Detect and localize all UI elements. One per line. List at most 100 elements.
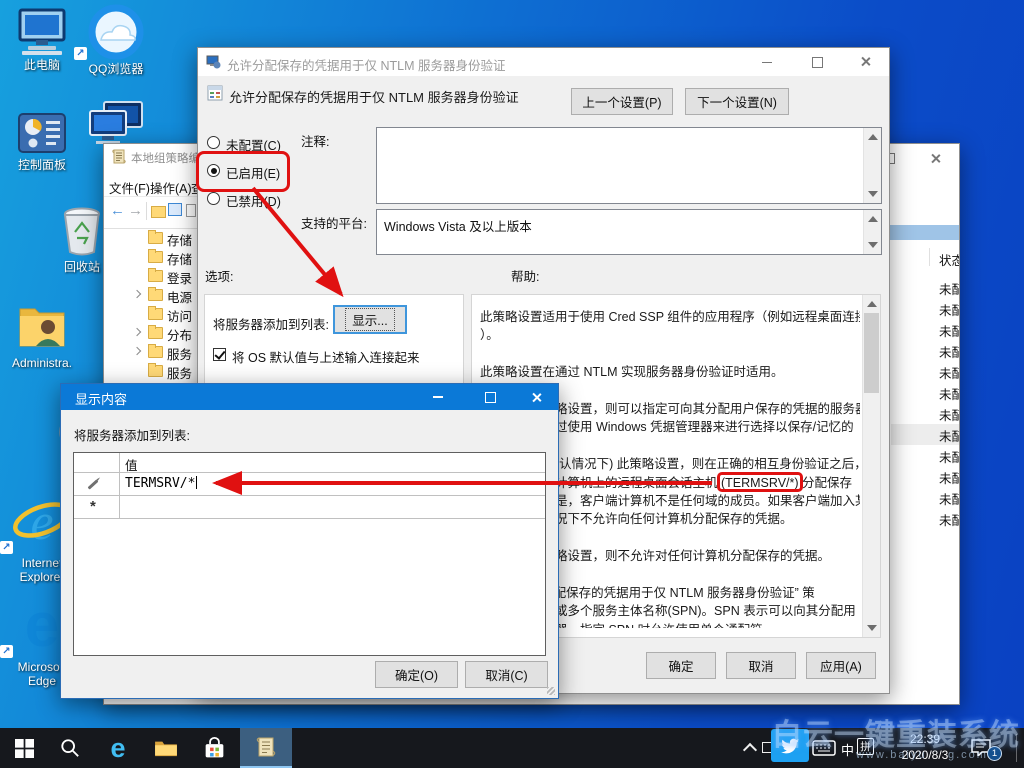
next-setting-button[interactable]: 下一个设置(N) [685,88,789,115]
expand-chevron-icon[interactable] [133,328,141,336]
gpedit-close-button[interactable] [924,149,946,167]
gpedit-tree[interactable]: 存储存储登录电源访问分布服务服务 [104,229,198,389]
desktop-icon-qq-browser[interactable]: ↗ QQ浏览器 [74,4,158,76]
clock[interactable]: 22:39 2020/8/3 [896,732,954,762]
show-desktop-divider[interactable] [1016,734,1017,762]
os-defaults-checkbox[interactable] [213,348,226,361]
platform-textarea[interactable]: Windows Vista 及以上版本 [376,209,882,255]
value-column-header[interactable]: 值 [125,455,138,474]
setting-status: 未配置 [939,426,959,445]
tree-item-label[interactable]: 电源 [167,287,192,306]
folder-icon [148,308,163,320]
dialog-close-button[interactable] [525,388,547,406]
setting-row[interactable]: 未配置 [891,319,959,340]
tree-item-label[interactable]: 存储 [167,230,192,249]
show-pane-icon[interactable] [168,203,182,216]
dialog-ok-button[interactable]: 确定(O) [375,661,458,688]
policy-maximize-button[interactable] [806,53,828,71]
taskbar: e 中 拼 22:39 2020/8/3 1 [0,728,1024,768]
show-button[interactable]: 显示... [333,305,407,334]
tree-item[interactable]: 分布 [104,324,198,343]
tray-twitter-icon[interactable] [771,729,809,762]
back-icon[interactable]: ← [110,202,125,219]
tree-item[interactable]: 电源 [104,286,198,305]
desktop-icon-computer[interactable] [74,100,158,146]
policy-close-button[interactable] [854,52,876,70]
scrollbar-thumb[interactable] [864,313,879,393]
help-scrollbar[interactable] [862,295,880,637]
radio-disabled-label[interactable]: 已禁用(D) [226,191,281,210]
dialog-maximize-button[interactable] [479,388,501,406]
ok-button[interactable]: 确定 [646,652,716,679]
radio-disabled[interactable] [207,192,220,205]
desktop-icon-this-pc[interactable]: 此电脑 [0,8,84,72]
taskbar-edge-icon[interactable]: e [102,728,134,768]
radio-enabled-label[interactable]: 已启用(E) [226,163,280,182]
os-defaults-checkbox-label[interactable]: 将 OS 默认值与上述输入连接起来 [232,347,420,366]
touch-keyboard-icon[interactable] [812,740,836,761]
desktop-icon-control-panel[interactable]: 控制面板 [0,110,84,172]
search-icon [60,738,80,758]
cancel-button[interactable]: 取消 [726,652,796,679]
tree-item[interactable]: 访问 [104,305,198,324]
setting-row[interactable]: 未配置 [891,382,959,403]
ime-mode-indicator[interactable]: 中 [841,740,854,759]
setting-row[interactable]: 未配置 [891,298,959,319]
desktop-icon-administrator[interactable]: Administra. [0,300,84,370]
policy-minimize-button[interactable] [756,53,778,71]
comment-textarea[interactable] [376,127,882,204]
policy-titlebar[interactable]: 允许分配保存的凭据用于仅 NTLM 服务器身份验证 [198,48,889,76]
tree-item[interactable]: 服务 [104,362,198,381]
tree-item[interactable]: 登录 [104,267,198,286]
toolbar-separator [146,202,147,220]
platform-scrollbar[interactable] [863,210,881,254]
tree-item[interactable]: 存储 [104,229,198,248]
setting-row[interactable]: 未配置 [891,277,959,298]
setting-row[interactable]: 未配置 [891,445,959,466]
taskbar-explorer-icon[interactable] [150,728,182,768]
taskbar-store-icon[interactable] [198,728,230,768]
radio-not-configured-label[interactable]: 未配置(C) [226,135,281,154]
comment-scrollbar[interactable] [863,128,881,203]
expand-chevron-icon[interactable] [133,290,141,298]
show-hidden-icons-chevron[interactable] [738,728,762,768]
setting-row[interactable]: 未配置 [891,340,959,361]
folder-up-icon[interactable] [151,206,166,218]
export-list-icon[interactable] [186,204,196,217]
tree-item-label[interactable]: 服务 [167,344,192,363]
taskbar-gpedit-active[interactable] [240,728,292,768]
radio-not-configured[interactable] [207,136,220,149]
start-button[interactable] [8,728,40,768]
search-button[interactable] [54,728,86,768]
settings-status-list[interactable]: 未配置未配置未配置未配置未配置未配置未配置未配置未配置未配置未配置未配置 [891,277,959,533]
setting-row[interactable]: 未配置 [891,361,959,382]
setting-row[interactable]: 未配置 [891,487,959,508]
radio-enabled[interactable] [207,164,220,177]
annotation-termsrv-box: (TERMSRV/*) [721,476,799,490]
ime-pinyin-badge[interactable]: 拼 [857,738,874,755]
setting-row[interactable]: 未配置 [891,424,959,445]
server-value-cell[interactable]: TERMSRV/* [125,476,197,491]
tree-item-label[interactable]: 存储 [167,249,192,268]
forward-icon[interactable]: → [128,202,143,219]
show-contents-titlebar[interactable]: 显示内容 [61,384,558,410]
tree-item-label[interactable]: 访问 [167,306,192,325]
tree-item-label[interactable]: 分布 [167,325,192,344]
tree-item-label[interactable]: 登录 [167,268,192,287]
apply-button[interactable]: 应用(A) [806,652,876,679]
setting-row[interactable]: 未配置 [891,403,959,424]
value-table[interactable]: 值 TERMSRV/* * [73,452,546,656]
previous-setting-button[interactable]: 上一个设置(P) [571,88,673,115]
tree-item[interactable]: 存储 [104,248,198,267]
setting-row[interactable]: 未配置 [891,466,959,487]
setting-row[interactable]: 未配置 [891,508,959,529]
menu-action[interactable]: 操作(A) [150,178,192,196]
dialog-cancel-button[interactable]: 取消(C) [465,661,548,688]
status-column-header[interactable]: 状态 [939,250,959,269]
menu-file[interactable]: 文件(F) [109,178,150,196]
dialog-minimize-button[interactable] [427,388,449,406]
tree-item-label[interactable]: 服务 [167,363,192,382]
resize-grip[interactable] [547,687,555,695]
tree-item[interactable]: 服务 [104,343,198,362]
expand-chevron-icon[interactable] [133,347,141,355]
